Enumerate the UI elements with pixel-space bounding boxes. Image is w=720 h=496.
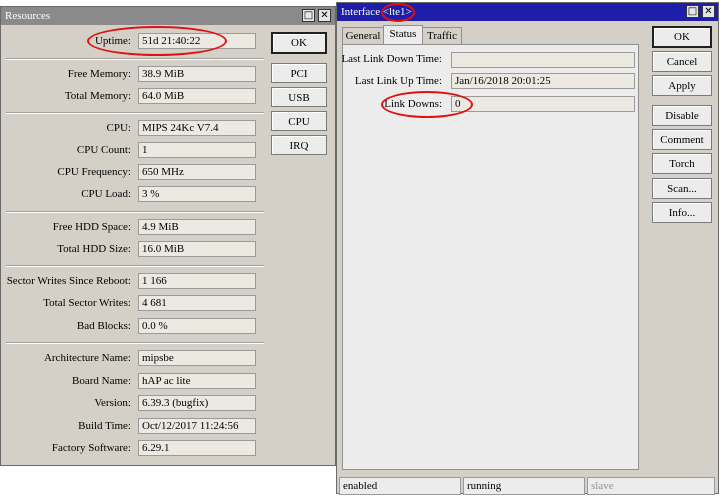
- last-down-field[interactable]: [451, 52, 635, 68]
- cpu-load-label: CPU Load:: [81, 188, 131, 200]
- resources-title: Resources: [5, 10, 51, 22]
- cpu-label: CPU:: [106, 122, 131, 134]
- comment-button[interactable]: Comment: [652, 129, 712, 150]
- tab-status[interactable]: Status: [383, 25, 423, 45]
- build-time-field[interactable]: Oct/12/2017 11:24:56: [138, 418, 256, 434]
- separator: [6, 211, 264, 213]
- free-hdd-label: Free HDD Space:: [52, 221, 131, 233]
- total-hdd-label: Total HDD Size:: [57, 243, 131, 255]
- cpu-frequency-field[interactable]: 650 MHz: [138, 164, 256, 180]
- cpu-count-field[interactable]: 1: [138, 142, 256, 158]
- cancel-button[interactable]: Cancel: [652, 51, 712, 72]
- uptime-label: Uptime:: [94, 35, 131, 47]
- torch-button[interactable]: Torch: [652, 153, 712, 174]
- interface-window: Interface <lte1> □ ✕ General Status Traf…: [336, 2, 719, 495]
- total-hdd-field[interactable]: 16.0 MiB: [138, 241, 256, 257]
- board-label: Board Name:: [72, 375, 131, 387]
- cpu-field[interactable]: MIPS 24Kc V7.4: [138, 120, 256, 136]
- free-memory-label: Free Memory:: [67, 68, 131, 80]
- build-time-label: Build Time:: [78, 420, 131, 432]
- version-label: Version:: [94, 397, 131, 409]
- link-downs-label: Link Downs:: [384, 98, 442, 110]
- bad-blocks-field[interactable]: 0.0 %: [138, 318, 256, 334]
- free-memory-field[interactable]: 38.9 MiB: [138, 66, 256, 82]
- uptime-field[interactable]: 51d 21:40:22: [138, 33, 256, 49]
- factory-software-label: Factory Software:: [51, 442, 131, 454]
- total-sector-writes-field[interactable]: 4 681: [138, 295, 256, 311]
- restore-icon[interactable]: □: [686, 5, 699, 18]
- status-running: running: [463, 477, 585, 495]
- tab-traffic[interactable]: Traffic: [422, 27, 462, 44]
- status-enabled: enabled: [339, 477, 461, 495]
- cpu-load-field[interactable]: 3 %: [138, 186, 256, 202]
- apply-button[interactable]: Apply: [652, 75, 712, 96]
- interface-title-name: <lte1>: [382, 6, 412, 18]
- board-field[interactable]: hAP ac lite: [138, 373, 256, 389]
- tab-general[interactable]: General: [342, 27, 384, 44]
- close-icon[interactable]: ✕: [702, 5, 715, 18]
- ok-button[interactable]: OK: [271, 32, 327, 54]
- total-sector-writes-label: Total Sector Writes:: [43, 297, 131, 309]
- status-slave: slave: [587, 477, 715, 495]
- architecture-label: Architecture Name:: [43, 352, 131, 364]
- close-icon[interactable]: ✕: [318, 9, 331, 22]
- scan-button[interactable]: Scan...: [652, 178, 712, 199]
- version-field[interactable]: 6.39.3 (bugfix): [138, 395, 256, 411]
- link-downs-field[interactable]: 0: [451, 96, 635, 112]
- architecture-field[interactable]: mipsbe: [138, 350, 256, 366]
- separator: [6, 342, 264, 344]
- separator: [6, 112, 264, 114]
- total-memory-field[interactable]: 64.0 MiB: [138, 88, 256, 104]
- restore-icon[interactable]: □: [302, 9, 315, 22]
- separator: [6, 58, 264, 60]
- cpu-button[interactable]: CPU: [271, 111, 327, 131]
- cpu-frequency-label: CPU Frequency:: [57, 166, 131, 178]
- free-hdd-field[interactable]: 4.9 MiB: [138, 219, 256, 235]
- info-button[interactable]: Info...: [652, 202, 712, 223]
- sector-writes-reboot-field[interactable]: 1 166: [138, 273, 256, 289]
- pci-button[interactable]: PCI: [271, 63, 327, 83]
- resources-window: Resources □ ✕ Uptime: 51d 21:40:22 Free …: [0, 6, 336, 466]
- interface-title-prefix: Interface: [341, 6, 383, 18]
- sector-writes-reboot-label: Sector Writes Since Reboot:: [6, 275, 131, 287]
- last-down-label: Last Link Down Time:: [341, 53, 442, 65]
- interface-titlebar[interactable]: Interface <lte1>: [337, 3, 718, 21]
- disable-button[interactable]: Disable: [652, 105, 712, 126]
- cpu-count-label: CPU Count:: [76, 144, 131, 156]
- last-up-label: Last Link Up Time:: [354, 75, 442, 87]
- total-memory-label: Total Memory:: [64, 90, 131, 102]
- resources-titlebar[interactable]: Resources: [1, 7, 335, 25]
- last-up-field[interactable]: Jan/16/2018 20:01:25: [451, 73, 635, 89]
- factory-software-field[interactable]: 6.29.1: [138, 440, 256, 456]
- irq-button[interactable]: IRQ: [271, 135, 327, 155]
- separator: [6, 265, 264, 267]
- ok-button[interactable]: OK: [652, 26, 712, 48]
- bad-blocks-label: Bad Blocks:: [76, 320, 131, 332]
- usb-button[interactable]: USB: [271, 87, 327, 107]
